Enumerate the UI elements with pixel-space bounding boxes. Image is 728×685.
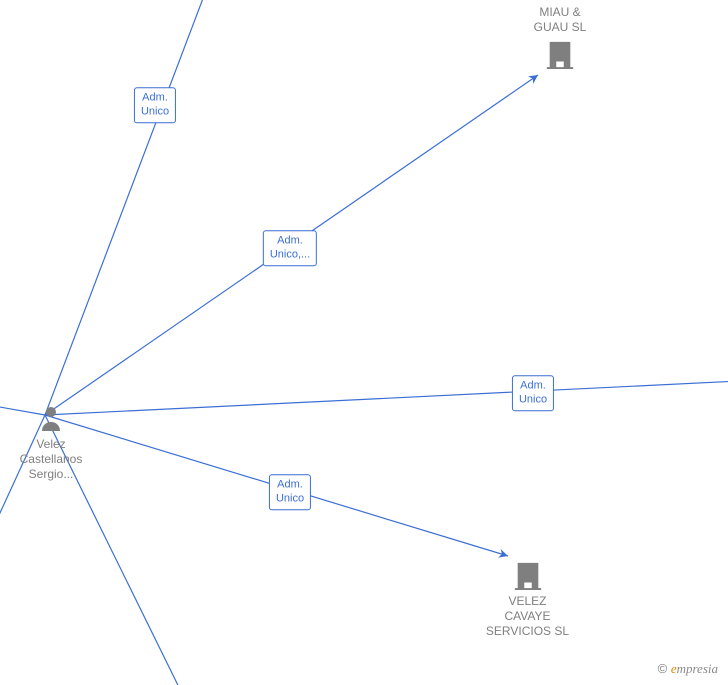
person-icon xyxy=(16,405,86,433)
edge-label-adm-unico-1[interactable]: Adm. Unico xyxy=(134,87,176,123)
edge-label-adm-unico-2[interactable]: Adm. Unico,... xyxy=(263,230,317,266)
copyright-symbol: © xyxy=(658,661,668,676)
edge-label-adm-unico-4[interactable]: Adm. Unico xyxy=(269,474,311,510)
building-icon xyxy=(520,39,600,69)
node-company-miau-guau-label: MIAU & GUAU SL xyxy=(520,5,600,35)
building-icon xyxy=(475,560,580,590)
edge-line-right-offscreen xyxy=(45,380,728,415)
copyright: © empresia xyxy=(658,661,718,677)
edge-label-adm-unico-3[interactable]: Adm. Unico xyxy=(512,375,554,411)
edge-line-top-offscreen xyxy=(45,0,210,415)
node-company-miau-guau[interactable]: MIAU & GUAU SL xyxy=(520,5,600,69)
node-company-velez-cavaye[interactable]: VELEZ CAVAYE SERVICIOS SL xyxy=(475,560,580,639)
diagram-canvas: Adm. Unico Adm. Unico,... Adm. Unico Adm… xyxy=(0,0,728,685)
node-person-velez[interactable]: Velez Castellanos Sergio... xyxy=(16,405,86,482)
node-person-label: Velez Castellanos Sergio... xyxy=(16,437,86,482)
brand-rest: mpresia xyxy=(677,661,718,676)
node-company-velez-cavaye-label: VELEZ CAVAYE SERVICIOS SL xyxy=(475,594,580,639)
edges-layer xyxy=(0,0,728,685)
